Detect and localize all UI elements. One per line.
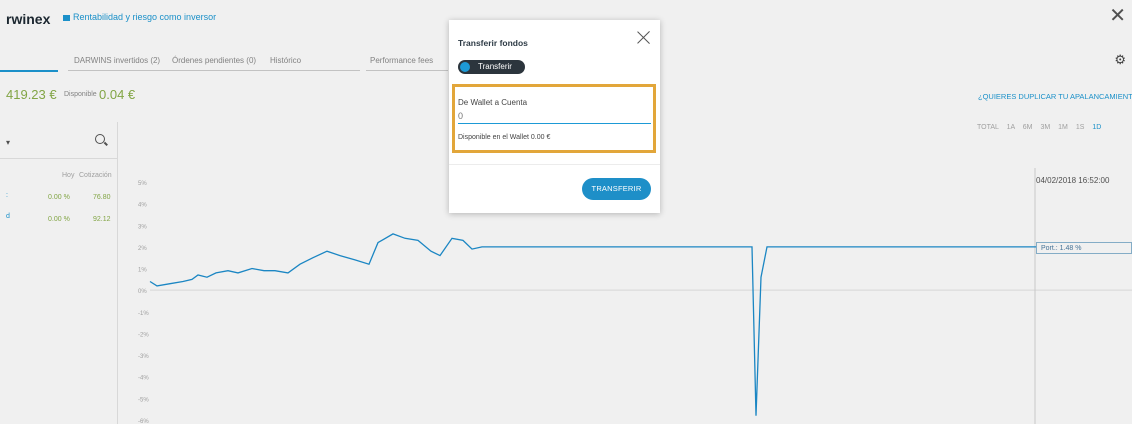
close-icon[interactable]	[637, 30, 651, 44]
wallet-to-account-label: De Wallet a Cuenta	[458, 98, 528, 107]
transfer-button[interactable]: TRANSFERIR	[582, 178, 651, 200]
toggle-label: Transferir	[478, 62, 512, 71]
transfer-toggle[interactable]: Transferir	[458, 60, 525, 74]
wallet-available-text: Disponible en el Wallet 0.00 €	[458, 134, 551, 141]
dialog-divider	[449, 164, 660, 165]
amount-input[interactable]	[458, 109, 651, 124]
toggle-knob	[460, 62, 470, 72]
dialog-title: Transferir fondos	[458, 38, 528, 48]
transfer-funds-dialog: Transferir fondos Transferir De Wallet a…	[449, 20, 660, 213]
